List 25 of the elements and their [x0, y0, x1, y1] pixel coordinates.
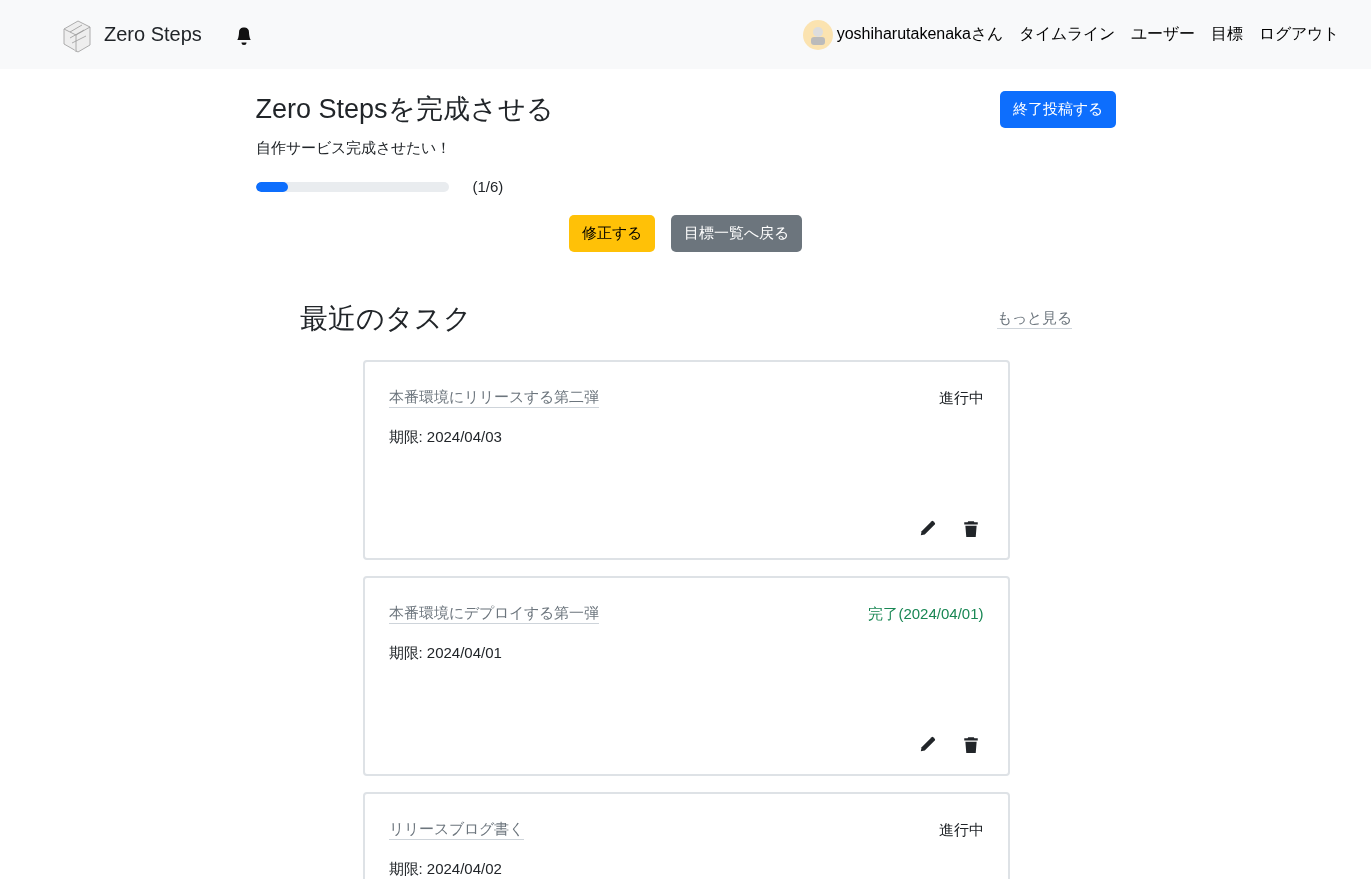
task-title-link[interactable]: 本番環境にデプロイする第一弾 [388, 604, 599, 624]
edit-button[interactable]: 修正する [569, 215, 655, 252]
task-title-link[interactable]: 本番環境にリリースする第二弾 [388, 388, 599, 408]
task-deadline: 期限: 2024/04/02 [388, 860, 503, 879]
finish-post-button[interactable]: 終了投稿する [999, 91, 1116, 128]
user-link[interactable]: yoshiharutakenakaさん [836, 24, 1003, 45]
task-status: 完了(2024/04/01) [868, 604, 984, 624]
section-heading: 最近のタスク [299, 302, 472, 336]
nav-link[interactable]: タイムライン [1019, 24, 1115, 45]
back-button[interactable]: 目標一覧へ戻る [671, 215, 802, 252]
trash-icon[interactable] [961, 520, 980, 538]
goal-title: Zero Stepsを完成させる [255, 93, 554, 126]
task-deadline: 期限: 2024/04/03 [388, 428, 503, 447]
task-title-link[interactable]: リリースブログ書く [388, 820, 524, 840]
brand-name[interactable]: Zero Steps [104, 23, 202, 46]
goal-description: 自作サービス完成させたい！ [255, 139, 452, 158]
task-status: 進行中 [938, 820, 984, 840]
task-status: 進行中 [938, 388, 984, 408]
more-link[interactable]: もっと見る [996, 309, 1072, 329]
trash-icon[interactable] [961, 736, 980, 754]
task-deadline: 期限: 2024/04/01 [388, 644, 503, 663]
progress-count: (1/6) [472, 178, 504, 195]
nav-link[interactable]: ログアウト [1259, 24, 1339, 45]
nav-link[interactable]: ユーザー [1131, 24, 1195, 45]
nav-link[interactable]: 目標 [1211, 24, 1243, 45]
